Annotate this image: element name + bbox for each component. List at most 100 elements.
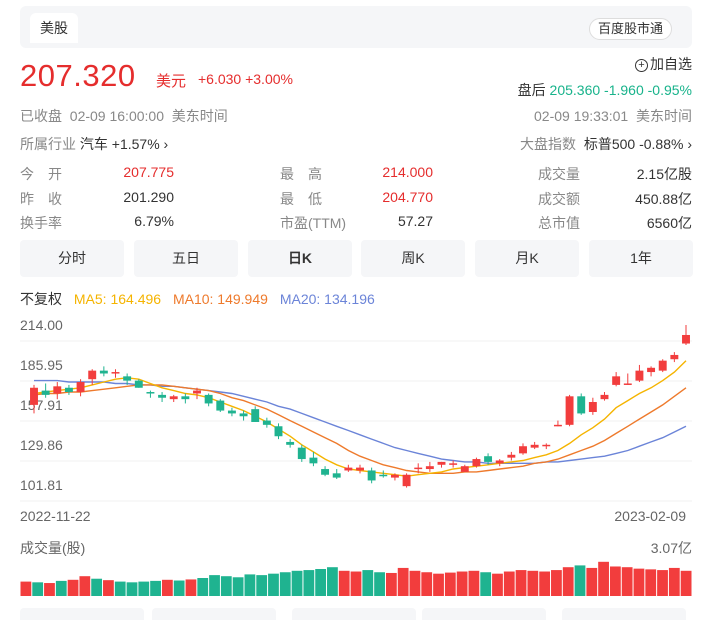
tab-period[interactable]: 分时 [20,240,124,277]
candle-body [670,354,679,360]
candle-body [647,367,656,373]
candle-body [612,376,621,385]
candle-body [577,396,586,414]
volume-bar [362,570,374,596]
volume-bar [32,582,44,596]
volume-max: 3.07亿 [650,540,692,556]
tab-period[interactable]: 日K [248,240,352,277]
candle-body [519,446,527,454]
tab-us-stocks[interactable]: 美股 [30,13,78,43]
stat-label: 成交量 [538,166,580,182]
candle-body [53,386,62,394]
candle-body [530,444,539,448]
volume-bar [503,571,515,596]
candle-body [460,466,469,472]
after-hours-quote: 盘后 205.360 -1.960 -0.95% [518,80,692,100]
candle-body [169,396,178,400]
volume-bar [327,567,338,596]
after-hours-timezone: 美东时间 [636,108,692,124]
bottom-panel [20,608,144,620]
stat-value: 450.88亿 [635,191,692,207]
volume-bar [350,571,362,596]
chevron-right-icon: › [163,136,169,152]
bottom-panel [292,608,416,620]
volume-bar [633,568,645,596]
candle-body [181,396,190,400]
volume-bar [138,581,150,596]
candle-body [402,474,411,487]
candle-body [635,370,644,381]
bottom-panel [422,608,546,620]
y-tick-label: 101.81 [20,477,63,493]
index-label: 大盘指数 [520,136,577,152]
baidu-stock-link[interactable]: 百度股市通 [588,18,672,40]
y-tick-label: 185.95 [20,357,63,373]
stat-value: 6.79% [134,213,174,229]
tab-period[interactable]: 周K [361,240,465,277]
volume-bar [79,576,91,596]
volume-bar [279,572,291,596]
price-change: +6.030 +3.00% [198,71,293,87]
period-tabs: 分时 五日 日K 周K 月K 1年 [20,240,693,277]
stat-value: 207.775 [123,164,174,180]
volume-bar [385,572,397,596]
volume-bar [268,573,279,596]
volume-bar [232,577,244,596]
industry-name: 汽车 [79,136,108,152]
ma10-line [33,384,687,474]
volume-bar [114,581,126,596]
market-tabs-bar: 美股 百度股市通 [20,6,692,48]
stat-value: 214.000 [382,164,433,180]
industry-link[interactable]: 所属行业 汽车 +1.57% › [20,134,168,154]
volume-bar [621,567,633,596]
volume-bar [315,569,327,596]
candle-body [542,444,551,447]
bottom-panel [562,608,686,620]
volume-bar [480,572,492,596]
stat-label: 总市值 [538,215,580,231]
volume-bar [657,570,668,596]
candle-body [425,466,434,470]
industry-label: 所属行业 [20,136,76,152]
volume-bar [338,570,350,596]
x-start-date: 2022-11-22 [20,508,91,524]
stat-label: 成交额 [538,191,580,207]
volume-bar [680,570,692,596]
price-currency: 美元 [156,73,187,90]
volume-bar [539,571,551,596]
volume-bar [598,561,609,596]
candle-body [41,390,50,395]
chevron-right-icon: › [687,136,692,152]
volume-bar [645,569,657,596]
volume-bar [291,570,303,596]
candle-body [321,469,330,475]
tab-period[interactable]: 月K [475,240,579,277]
volume-bar [209,575,220,596]
volume-bar [492,573,503,596]
candle-body [64,387,73,393]
market-index-link[interactable]: 大盘指数 标普500 -0.88% › [520,134,692,154]
stat-label: 今 开 [20,166,62,182]
add-to-watchlist-button[interactable]: + 加自选 [635,54,692,74]
candle-body [262,420,271,425]
industry-change: +1.57% [111,136,160,152]
stat-value: 204.770 [382,189,433,205]
tab-period[interactable]: 五日 [134,240,238,277]
candle-body [553,424,562,427]
volume-bar [161,579,173,596]
candle-body [251,409,260,422]
candle-body [484,456,493,462]
candlestick-chart[interactable]: 214.00 185.95 157.91 129.86 101.81 2022-11-22… [0,300,713,620]
candle-body [565,396,574,425]
candle-body [146,392,155,394]
tab-period[interactable]: 1年 [589,240,693,277]
volume-bar [44,583,55,596]
bottom-panel [152,608,276,620]
x-end-date: 2023-02-09 [614,508,686,524]
candle-body [495,460,504,464]
volume-bar [103,580,114,596]
volume-bar [609,566,621,596]
candle-body [332,473,341,478]
candle-body [297,447,306,460]
volume-bar [433,573,444,596]
